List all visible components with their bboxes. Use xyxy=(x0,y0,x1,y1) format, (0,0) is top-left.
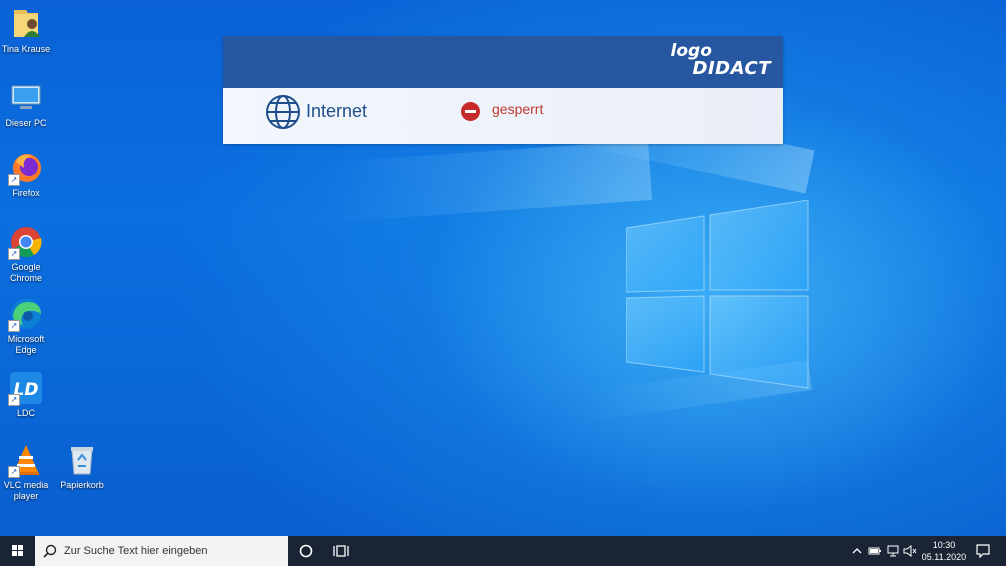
desktop-icon-edge[interactable]: ↗ Microsoft Edge xyxy=(0,296,52,356)
start-button[interactable] xyxy=(0,536,35,566)
taskbar: Zur Suche Text hier eingeben 10:30 05.11… xyxy=(0,536,1006,566)
shortcut-arrow-icon: ↗ xyxy=(8,174,20,186)
panel-body: Internet gesperrt xyxy=(223,88,783,144)
windows-wallpaper-logo xyxy=(626,200,809,389)
clock-date: 05.11.2020 xyxy=(921,552,967,562)
desktop[interactable]: Tina Krause Dieser PC ↗ Firefox ↗ Google… xyxy=(0,0,1006,536)
clock-time: 10:30 xyxy=(932,540,956,550)
globe-icon xyxy=(266,95,300,129)
desktop-icon-chrome[interactable]: ↗ Google Chrome xyxy=(0,224,52,284)
task-view-button[interactable] xyxy=(333,544,349,558)
search-icon xyxy=(43,544,57,558)
windows-start-icon xyxy=(12,545,23,556)
icon-label: Dieser PC xyxy=(5,118,47,128)
service-label: Internet xyxy=(306,101,368,121)
light-beam xyxy=(318,140,653,223)
icon-label: VLC media player xyxy=(3,480,49,501)
this-pc-icon xyxy=(11,85,41,109)
logodidact-logo: logo DIDACT xyxy=(665,42,771,78)
icon-label: LDC xyxy=(16,408,35,418)
user-folder-icon xyxy=(14,10,40,37)
desktop-icon-this-pc[interactable]: Dieser PC xyxy=(0,80,52,129)
icon-label: Microsoft Edge xyxy=(7,334,45,355)
icon-label: Papierkorb xyxy=(60,480,104,490)
icon-label: Firefox xyxy=(12,188,40,198)
chevron-up-icon[interactable] xyxy=(851,546,863,556)
network-icon[interactable] xyxy=(886,544,900,558)
status-label: gesperrt xyxy=(492,101,544,117)
blocked-icon xyxy=(461,102,480,121)
desktop-icon-tina-krause[interactable]: Tina Krause xyxy=(0,6,52,55)
shortcut-arrow-icon: ↗ xyxy=(8,248,20,260)
recycle-bin-icon xyxy=(71,447,93,475)
notification-center-icon[interactable] xyxy=(976,544,990,558)
search-box[interactable]: Zur Suche Text hier eingeben xyxy=(35,536,288,566)
shortcut-arrow-icon: ↗ xyxy=(8,320,20,332)
desktop-icon-firefox[interactable]: ↗ Firefox xyxy=(0,150,52,199)
icon-label: Tina Krause xyxy=(1,44,51,54)
cortana-button[interactable] xyxy=(297,542,315,560)
shortcut-arrow-icon: ↗ xyxy=(8,466,20,478)
shortcut-arrow-icon: ↗ xyxy=(8,394,20,406)
desktop-icon-vlc[interactable]: ↗ VLC media player xyxy=(0,442,52,502)
volume-muted-icon[interactable] xyxy=(903,544,917,558)
desktop-icon-recycle-bin[interactable]: Papierkorb xyxy=(56,442,108,491)
logo-line-2: DIDACT xyxy=(692,58,771,79)
logodidact-status-panel: logo DIDACT Internet gesperrt xyxy=(223,36,783,144)
search-placeholder: Zur Suche Text hier eingeben xyxy=(64,545,208,557)
clock[interactable]: 10:30 05.11.2020 xyxy=(918,539,970,563)
battery-icon[interactable] xyxy=(868,546,882,556)
panel-header: logo DIDACT xyxy=(223,36,783,88)
desktop-icon-ldc[interactable]: LD ↗ LDC xyxy=(0,370,52,419)
icon-label: Google Chrome xyxy=(9,262,42,283)
